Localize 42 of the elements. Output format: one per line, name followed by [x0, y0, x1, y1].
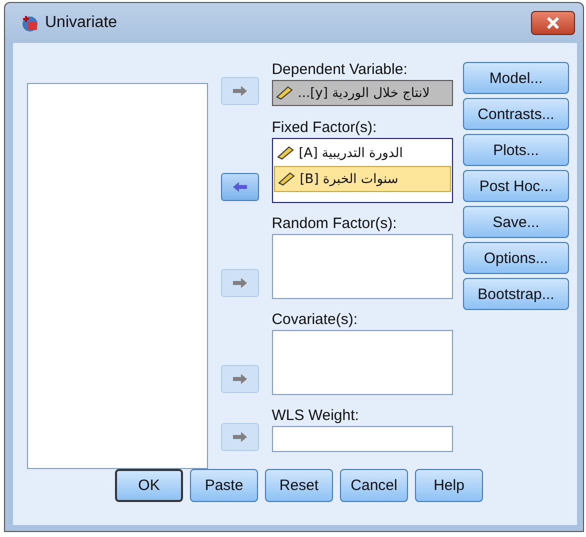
- move-button[interactable]: [220, 423, 259, 451]
- target-list[interactable]: الدورة التدريبية [A] سنوات الخبرة [B]: [272, 138, 453, 203]
- variable-name: لانتاج خلال الوردية [y]...: [298, 86, 430, 100]
- variable-name: الدورة التدريبية [A]: [298, 146, 403, 160]
- dialog-button[interactable]: Contrasts...: [463, 98, 569, 130]
- dialog-button[interactable]: Cancel: [340, 469, 408, 502]
- arrow-icon: [232, 85, 248, 97]
- move-button[interactable]: [220, 365, 259, 393]
- field-label: Fixed Factor(s):: [272, 119, 378, 136]
- arrow-icon: [232, 373, 248, 385]
- dialog-button[interactable]: Help: [415, 469, 483, 502]
- arrow-icon: [232, 431, 248, 443]
- target-field[interactable]: لانتاج خلال الوردية [y]...: [272, 80, 453, 106]
- target-field[interactable]: [272, 426, 453, 452]
- dialog-button[interactable]: Post Hoc...: [463, 170, 569, 202]
- close-button[interactable]: [531, 11, 575, 35]
- close-icon: [546, 17, 560, 29]
- ruler-icon: [278, 172, 296, 186]
- arrow-icon: [232, 277, 248, 289]
- move-button[interactable]: [220, 269, 259, 297]
- table-icon: [21, 14, 39, 32]
- dialog-button[interactable]: Model...: [463, 62, 569, 94]
- ruler-icon: [276, 86, 294, 100]
- field-label: Dependent Variable:: [272, 61, 408, 78]
- dialog-button[interactable]: Reset: [265, 469, 333, 502]
- arrow-icon: [232, 181, 248, 193]
- dialog-button[interactable]: OK: [115, 469, 183, 502]
- dialog-button[interactable]: Paste: [190, 469, 258, 502]
- target-list[interactable]: [272, 330, 453, 395]
- ruler-icon: [276, 146, 295, 160]
- field-label: Covariate(s):: [272, 311, 359, 328]
- dialog-button[interactable]: Options...: [463, 242, 569, 274]
- dialog-button[interactable]: Bootstrap...: [463, 278, 569, 310]
- target-list[interactable]: [272, 234, 453, 299]
- field-label: Random Factor(s):: [272, 215, 398, 232]
- field-label: WLS Weight:: [272, 407, 360, 424]
- dialog-button[interactable]: Save...: [463, 206, 569, 238]
- dialog-button[interactable]: Plots...: [463, 134, 569, 166]
- variable-name: سنوات الخبرة [B]: [300, 172, 398, 186]
- move-button[interactable]: [220, 77, 259, 105]
- move-button[interactable]: [220, 173, 259, 201]
- window-title: Univariate: [45, 14, 118, 32]
